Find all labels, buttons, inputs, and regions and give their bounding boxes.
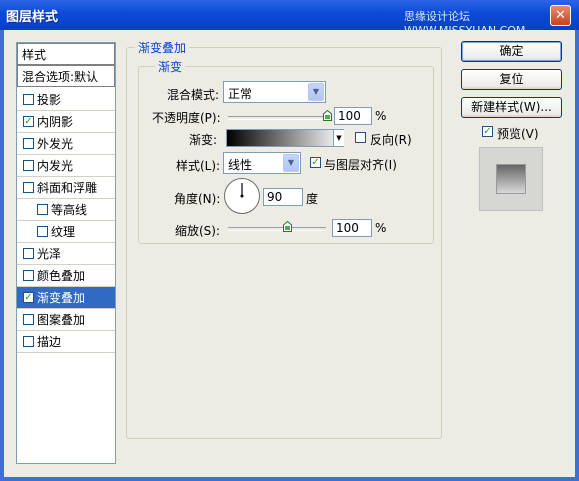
chevron-down-icon[interactable]: ▼ <box>283 154 299 172</box>
style-list-label: 描边 <box>37 335 62 349</box>
style-list-label: 内发光 <box>37 159 74 173</box>
angle-input[interactable]: 90 <box>263 188 303 206</box>
style-list-label: 颜色叠加 <box>37 269 86 283</box>
blend-mode-label: 混合模式: <box>167 88 220 102</box>
style-value: 线性 <box>228 158 253 172</box>
style-checkbox[interactable] <box>37 226 48 237</box>
scale-slider-track[interactable] <box>228 227 326 231</box>
style-checkbox[interactable] <box>37 204 48 215</box>
style-list-item[interactable]: 混合选项:默认 <box>17 65 115 87</box>
style-checkbox[interactable] <box>23 160 34 171</box>
style-list-label: 外发光 <box>37 137 74 151</box>
reverse-checkbox[interactable] <box>355 132 366 143</box>
style-list-item[interactable]: 内发光 <box>17 155 115 177</box>
style-list-item[interactable]: 纹理 <box>17 221 115 243</box>
style-list-label: 投影 <box>37 93 62 107</box>
opacity-slider-track[interactable] <box>228 116 328 120</box>
style-list-item[interactable]: 描边 <box>17 331 115 353</box>
scale-slider-thumb[interactable] <box>282 221 292 232</box>
scale-label: 缩放(S): <box>175 224 221 238</box>
style-list-item[interactable]: 图案叠加 <box>17 309 115 331</box>
style-checkbox[interactable] <box>23 94 34 105</box>
scale-percent: % <box>375 221 387 235</box>
style-checkbox[interactable]: ✓ <box>23 292 34 303</box>
gradient-label: 渐变: <box>189 133 218 147</box>
scale-input[interactable]: 100 <box>332 219 372 237</box>
style-checkbox[interactable] <box>23 248 34 259</box>
style-list-label: 图案叠加 <box>37 313 86 327</box>
style-checkbox[interactable] <box>23 182 34 193</box>
style-checkbox[interactable] <box>23 314 34 325</box>
style-checkbox[interactable] <box>23 138 34 149</box>
close-icon[interactable]: ✕ <box>550 5 571 26</box>
style-list-label: 内阴影 <box>37 115 74 129</box>
style-list-item[interactable]: 样式 <box>17 43 115 65</box>
preview-label[interactable]: 预览(V) <box>497 125 539 142</box>
angle-label: 角度(N): <box>174 192 221 206</box>
preview-swatch <box>496 164 526 194</box>
style-list-label: 等高线 <box>51 203 88 217</box>
style-list-item[interactable]: 光泽 <box>17 243 115 265</box>
align-with-layer-label[interactable]: 与图层对齐(I) <box>324 156 397 173</box>
opacity-percent: % <box>375 109 387 123</box>
style-select[interactable]: 线性 ▼ <box>223 152 301 174</box>
reverse-label[interactable]: 反向(R) <box>370 131 412 148</box>
style-list-item[interactable]: 投影 <box>17 89 115 111</box>
subgroup-title: 渐变 <box>155 58 186 75</box>
style-list-label: 斜面和浮雕 <box>37 181 98 195</box>
opacity-slider-thumb[interactable] <box>323 110 332 121</box>
preview-checkbox[interactable]: ✓ <box>482 126 493 137</box>
dialog-body: 样式 混合选项:默认 投影 ✓ 内阴影 外发光 内发光 斜面和浮雕 等高线 纹理 光泽 颜色叠加 ✓ 渐变… <box>4 30 575 477</box>
ok-button[interactable]: 确定 <box>461 41 562 62</box>
angle-unit: 度 <box>306 192 319 206</box>
styles-list: 样式 混合选项:默认 投影 ✓ 内阴影 外发光 内发光 斜面和浮雕 等高线 纹理 光泽 颜色叠加 ✓ 渐变… <box>16 42 116 464</box>
style-checkbox[interactable]: ✓ <box>23 116 34 127</box>
style-list-label: 样式 <box>22 48 47 62</box>
blend-mode-value: 正常 <box>228 87 253 101</box>
chevron-down-icon: ▼ <box>336 134 342 142</box>
group-title: 渐变叠加 <box>135 39 190 56</box>
new-style-button[interactable]: 新建样式(W)... <box>461 97 562 118</box>
style-list-label: 混合选项:默认 <box>22 70 99 84</box>
blend-mode-select[interactable]: 正常 ▼ <box>223 81 326 103</box>
style-list-item[interactable]: ✓ 内阴影 <box>17 111 115 133</box>
style-list-item[interactable]: 等高线 <box>17 199 115 221</box>
style-list-item[interactable]: 斜面和浮雕 <box>17 177 115 199</box>
gradient-dropdown-button[interactable]: ▼ <box>333 130 344 146</box>
opacity-input[interactable]: 100 <box>334 107 372 125</box>
angle-dial-needle <box>240 183 244 198</box>
angle-dial[interactable] <box>224 178 260 214</box>
layer-style-dialog: 图层样式 思缘设计论坛 WWW.MISSYUAN.COM ✕ 样式混合选项:默认… <box>0 0 579 481</box>
style-list-item[interactable]: 颜色叠加 <box>17 265 115 287</box>
style-list-label: 光泽 <box>37 247 62 261</box>
style-list-item[interactable]: ✓ 渐变叠加 <box>17 287 115 309</box>
style-list-label: 纹理 <box>51 225 76 239</box>
style-checkbox[interactable] <box>23 336 34 347</box>
window-title: 图层样式 <box>6 10 59 25</box>
style-list-item[interactable]: 外发光 <box>17 133 115 155</box>
gradient-swatch[interactable] <box>226 129 344 147</box>
style-checkbox[interactable] <box>23 270 34 281</box>
align-with-layer-checkbox[interactable]: ✓ <box>310 157 321 168</box>
title-bar[interactable]: 图层样式 思缘设计论坛 WWW.MISSYUAN.COM ✕ <box>0 0 579 37</box>
chevron-down-icon[interactable]: ▼ <box>308 83 324 101</box>
style-label: 样式(L): <box>176 159 221 173</box>
reset-button[interactable]: 复位 <box>461 69 562 90</box>
style-list-label: 渐变叠加 <box>37 291 86 305</box>
preview-thumbnail <box>479 147 543 211</box>
opacity-label: 不透明度(P): <box>152 111 221 125</box>
